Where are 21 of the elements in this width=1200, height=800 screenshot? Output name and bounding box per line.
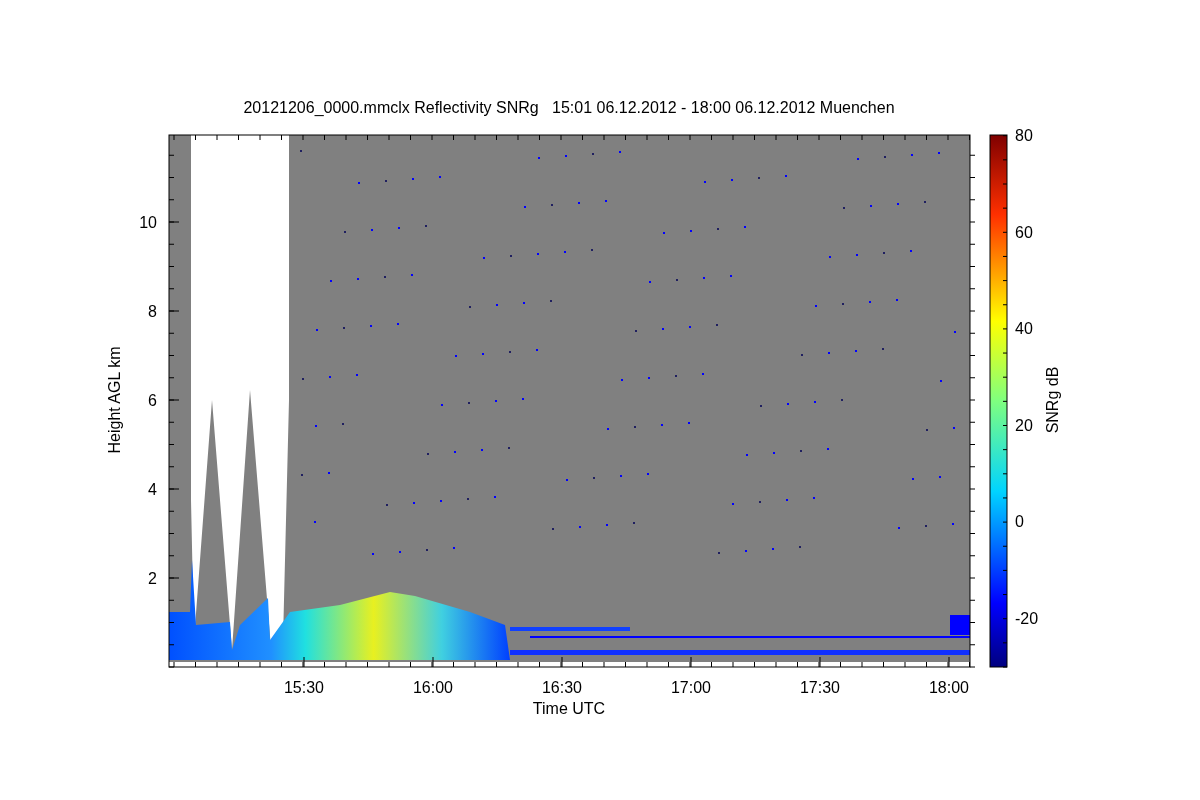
- chart-title: 20121206_0000.mmclx Reflectivity SNRg 15:01 06.12.2012 - 18:00 06.12.2012 Muenchen: [243, 99, 895, 116]
- x-axis-label: Time UTC: [532, 700, 606, 717]
- colorbar-tick-label: 0: [1015, 513, 1024, 531]
- x-tick-label: 17:00: [671, 679, 711, 696]
- colorbar-tick-label: 40: [1015, 320, 1033, 338]
- y-tick-label: 2: [148, 570, 157, 587]
- x-tick-label: 17:30: [800, 679, 840, 696]
- x-tick-label: 16:00: [413, 679, 453, 696]
- y-tick-label: 8: [148, 303, 157, 320]
- y-tick-label: 4: [148, 481, 157, 498]
- x-tick-label: 18:00: [929, 679, 969, 696]
- colorbar-tick-label: 80: [1015, 127, 1033, 144]
- y-axis-label: Height AGL km: [106, 346, 123, 454]
- colorbar-tick-label: -20: [1015, 610, 1039, 627]
- colorbar-tick-label: 60: [1015, 223, 1033, 241]
- colorbar-label: SNRg dB: [1044, 366, 1061, 434]
- x-tick-label: 15:30: [284, 679, 324, 696]
- colorbar-tick-label: 20: [1015, 416, 1033, 434]
- y-tick-label: 6: [148, 392, 157, 409]
- x-tick-label: 16:30: [542, 679, 582, 696]
- y-tick-label: 10: [139, 214, 157, 231]
